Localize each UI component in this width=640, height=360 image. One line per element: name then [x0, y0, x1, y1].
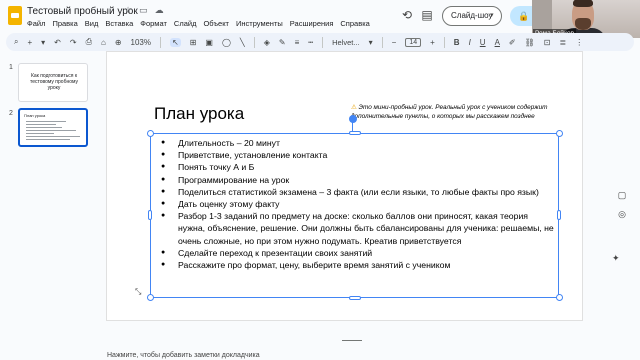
bullet-item[interactable]: Программирование на урок	[159, 174, 554, 186]
notes-resize-handle[interactable]	[342, 340, 362, 341]
resize-handle-left[interactable]	[148, 210, 152, 220]
menu-help[interactable]: Справка	[340, 19, 369, 28]
link-icon[interactable]: ⛓	[525, 38, 535, 47]
menu-tools[interactable]: Инструменты	[236, 19, 283, 28]
font-dropdown-icon[interactable]: ▾	[369, 38, 373, 47]
rotate-handle[interactable]	[349, 115, 357, 123]
menu-view[interactable]: Вид	[85, 19, 99, 28]
version-history-icon[interactable]: ⟲	[400, 8, 414, 22]
font-select[interactable]: Helvet...	[332, 38, 360, 47]
menu-edit[interactable]: Правка	[52, 19, 77, 28]
comment-add-icon[interactable]: ⊡	[544, 38, 551, 47]
resize-handle-bottom-right[interactable]	[556, 294, 563, 301]
keep-icon[interactable]: ▢	[618, 190, 627, 201]
resize-handle-bottom[interactable]	[349, 296, 361, 300]
slideshow-dropdown-icon[interactable]: ▾	[490, 6, 504, 26]
comments-icon[interactable]: ▤	[420, 8, 434, 22]
border-dash-icon[interactable]: ┅	[308, 38, 313, 47]
zoom-icon[interactable]: ⊕	[115, 38, 122, 47]
menu-object[interactable]: Объект	[203, 19, 229, 28]
slide-number-1: 1	[9, 64, 13, 71]
hide-filmstrip-icon[interactable]: ⤡	[135, 287, 141, 297]
select-cursor-icon[interactable]: ↖	[170, 37, 181, 47]
slides-logo-icon[interactable]	[8, 6, 22, 25]
title-icons: ☆ ▭ ☁	[124, 5, 164, 16]
bullet-list: Длительность – 20 минут Приветствие, уст…	[159, 137, 554, 271]
line-icon[interactable]: ╲	[240, 38, 245, 47]
menu-insert[interactable]: Вставка	[105, 19, 133, 28]
resize-handle-top[interactable]	[349, 131, 361, 135]
document-title[interactable]: Тестовый пробный урок	[27, 6, 138, 17]
slide-thumbnail-1-text: Как подготовиться к тестовому пробному у…	[30, 73, 78, 91]
toolbar: ⌕ + ▾ ↶ ↷ ⎙ ⌂ ⊕ 103% ↖ ⊞ ▣ ◯ ╲ ◈ ✎ ≡ ┅ H…	[6, 33, 634, 51]
shape-icon[interactable]: ◯	[222, 38, 231, 47]
side-panel: ▢ ◎	[612, 190, 632, 220]
bullet-item[interactable]: Длительность – 20 минут	[159, 137, 554, 149]
redo-icon[interactable]: ↷	[70, 38, 77, 47]
text-color-button[interactable]: A	[495, 38, 500, 47]
fill-color-icon[interactable]: ◈	[264, 38, 270, 47]
bullet-item[interactable]: Дать оценку этому факту	[159, 198, 554, 210]
resize-handle-top-right[interactable]	[556, 130, 563, 137]
resize-handle-right[interactable]	[557, 210, 561, 220]
explore-icon[interactable]: ✦	[612, 253, 620, 264]
bullet-item[interactable]: Сделайте переход к презентации своих зан…	[159, 247, 554, 259]
search-menus-icon[interactable]: ⌕	[14, 37, 18, 47]
image-icon[interactable]: ▣	[205, 38, 213, 47]
zoom-select[interactable]: 103%	[131, 38, 151, 47]
slide-thumbnail-2-title: План урока	[24, 113, 46, 118]
bold-button[interactable]: B	[454, 38, 460, 47]
share-button[interactable]: 🔒	[510, 6, 532, 26]
menu-file[interactable]: Файл	[27, 19, 45, 28]
menu-format[interactable]: Формат	[140, 19, 167, 28]
bullet-item[interactable]: Разбор 1-3 заданий по предмету на доске:…	[159, 210, 554, 247]
cloud-status-icon[interactable]: ☁	[155, 5, 164, 16]
warning-icon: ⚠	[351, 104, 357, 111]
text-box-icon[interactable]: ⊞	[190, 38, 197, 47]
more-icon[interactable]: ⋮	[575, 38, 583, 47]
paint-format-icon[interactable]: ⌂	[101, 38, 106, 47]
new-slide-dropdown-icon[interactable]: ▾	[41, 38, 45, 47]
increase-font-icon[interactable]: +	[430, 38, 435, 47]
border-color-icon[interactable]: ✎	[279, 38, 286, 47]
decrease-font-icon[interactable]: −	[392, 38, 397, 47]
filmstrip: 1 Как подготовиться к тестовому пробному…	[0, 55, 96, 345]
bullet-item[interactable]: Поделиться статистикой экзамена – 3 факт…	[159, 186, 554, 198]
slide-number-2: 2	[9, 110, 13, 117]
star-icon[interactable]: ☆	[124, 5, 132, 16]
slide-thumbnail-1[interactable]: Как подготовиться к тестовому пробному у…	[18, 63, 88, 102]
italic-button[interactable]: I	[469, 38, 471, 47]
underline-button[interactable]: U	[480, 38, 486, 47]
selected-text-box[interactable]: Длительность – 20 минут Приветствие, уст…	[150, 133, 559, 298]
slide-note-text: Это мини-пробный урок. Реальный урок с у…	[351, 104, 548, 120]
undo-icon[interactable]: ↶	[54, 38, 61, 47]
border-weight-icon[interactable]: ≡	[295, 38, 300, 47]
bullet-item[interactable]: Понять точку А и Б	[159, 161, 554, 173]
bullet-item[interactable]: Приветствие, установление контакта	[159, 149, 554, 161]
font-size-input[interactable]: 14	[405, 37, 422, 47]
resize-handle-bottom-left[interactable]	[147, 294, 154, 301]
print-icon[interactable]: ⎙	[86, 37, 92, 47]
highlight-icon[interactable]: ✐	[509, 38, 516, 47]
slideshow-label: Слайд-шоу	[451, 11, 493, 20]
menu-bar: Файл Правка Вид Вставка Формат Слайд Объ…	[27, 19, 370, 28]
tasks-icon[interactable]: ◎	[618, 209, 626, 220]
menu-extensions[interactable]: Расширения	[290, 19, 334, 28]
slide-thumbnail-2[interactable]: План урока	[18, 108, 88, 147]
speaker-notes[interactable]: Нажмите, чтобы добавить заметки докладчи…	[107, 352, 592, 359]
align-icon[interactable]: ≣	[559, 38, 566, 47]
bullet-item[interactable]: Расскажите про формат, цену, выберите вр…	[159, 259, 554, 271]
slide-title[interactable]: План урока	[154, 104, 244, 124]
slide-note[interactable]: ⚠ Это мини-пробный урок. Реальный урок с…	[351, 103, 551, 121]
move-folder-icon[interactable]: ▭	[139, 5, 148, 16]
lock-icon: 🔒	[518, 11, 530, 21]
slide-canvas: План урока ⚠ Это мини-пробный урок. Реал…	[107, 52, 597, 337]
resize-handle-top-left[interactable]	[147, 130, 154, 137]
slide[interactable]: План урока ⚠ Это мини-пробный урок. Реал…	[107, 52, 582, 320]
new-slide-icon[interactable]: +	[27, 38, 32, 47]
menu-slide[interactable]: Слайд	[174, 19, 197, 28]
